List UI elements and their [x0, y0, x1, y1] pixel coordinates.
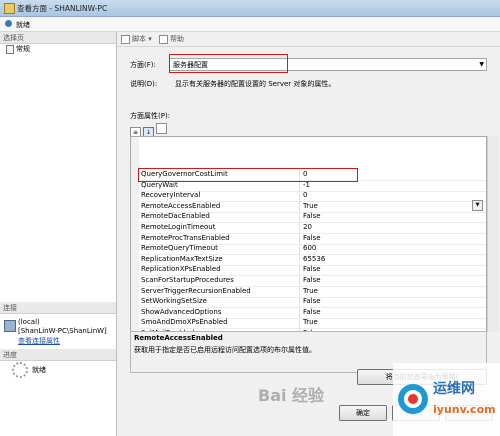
column-divider: [299, 243, 300, 255]
property-value[interactable]: 600: [303, 244, 316, 252]
properties-label: 方面属性(P):: [130, 112, 171, 120]
facet-description: 显示有关服务器的配置设置的 Server 对象的属性。: [175, 80, 336, 88]
property-value[interactable]: 0: [303, 191, 307, 199]
property-value[interactable]: False: [303, 308, 321, 316]
value-dropdown-button[interactable]: ▼: [472, 200, 483, 211]
column-divider: [299, 190, 300, 202]
baidu-watermark-text: Bai 经验: [258, 386, 325, 405]
property-grid: QueryGovernorCostLimit 0 QueryWait -1 Recove…: [130, 136, 487, 332]
property-name: RecoveryInterval: [141, 191, 201, 200]
property-value[interactable]: False: [303, 212, 321, 220]
page-icon: [6, 44, 14, 54]
help-label: 帮助: [170, 35, 184, 43]
help-icon: [159, 34, 168, 44]
script-icon: [121, 34, 130, 44]
column-divider: [299, 211, 300, 223]
chevron-down-icon: ▼: [479, 61, 484, 68]
property-name: ReplicationXPsEnabled: [141, 265, 221, 274]
property-value[interactable]: False: [303, 234, 321, 242]
property-name: RemoteDacEnabled: [141, 212, 210, 221]
status-line: 就绪: [0, 17, 500, 32]
column-divider: [299, 200, 300, 212]
grid-gutter: [131, 137, 139, 331]
connection-header: 连接: [0, 302, 116, 314]
progress-text: 就绪: [32, 366, 46, 374]
property-description-title: RemoteAccessEnabled: [134, 334, 223, 342]
progress-header: 进度: [0, 349, 116, 361]
property-sort-bar: ≡ ↓: [130, 123, 169, 138]
window-icon: [4, 3, 15, 14]
property-value[interactable]: True: [303, 287, 318, 295]
property-value[interactable]: False: [303, 276, 321, 284]
script-button[interactable]: 脚本 ▾: [121, 34, 152, 44]
property-name: RemoteProcTransEnabled: [141, 233, 230, 242]
toolbar: 脚本 ▾ 帮助: [117, 32, 500, 47]
description-label: 说明(D):: [130, 80, 158, 88]
iyunv-logo: 运维网 iyunv.com: [393, 363, 500, 436]
property-name: RemoteLoginTimeout: [141, 223, 216, 231]
column-divider: [299, 285, 300, 297]
property-name: ShowAdvancedOptions: [141, 307, 222, 316]
info-icon: [5, 20, 12, 27]
column-divider: [299, 296, 300, 308]
property-name: SetWorkingSetSize: [141, 297, 207, 306]
help-button[interactable]: 帮助: [159, 34, 184, 44]
highlight-property-box: [138, 168, 358, 182]
property-name: ReplicationMaxTextSize: [141, 254, 223, 263]
left-pane: 选择页 常规 连接 (local) [ShanLinW-PC\ShanLinW]…: [0, 32, 117, 436]
baidu-watermark: Bai 经验: [258, 382, 388, 422]
property-value[interactable]: True: [303, 318, 318, 326]
property-value[interactable]: 65536: [303, 255, 325, 263]
property-name: ScanForStartupProcedures: [141, 276, 234, 284]
property-name: RemoteQueryTimeout: [141, 244, 218, 253]
column-divider: [299, 264, 300, 276]
title-bar: 查看方面 - SHANLINW-PC: [0, 0, 500, 17]
progress-spinner-icon: [12, 362, 28, 378]
property-value[interactable]: False: [303, 297, 321, 305]
column-divider: [299, 253, 300, 265]
highlight-facet-box: [169, 54, 288, 73]
connection-server: (local): [18, 318, 40, 326]
property-name: ServerTriggerRecursionEnabled: [141, 286, 251, 295]
logo-cn-text: 运维网: [433, 380, 475, 397]
property-name: RemoteAccessEnabled: [141, 201, 221, 210]
facet-window: 查看方面 - SHANLINW-PC 就绪 选择页 常规 连接 (local) …: [0, 0, 500, 436]
property-description-text: 获取用于指定是否已启用远程访问配置选项的布尔属性值。: [134, 346, 316, 354]
column-divider: [299, 232, 300, 244]
logo-en-text: iyunv.com: [433, 403, 496, 416]
column-divider: [299, 306, 300, 318]
facet-label: 方面(F):: [130, 61, 156, 69]
page-item-general[interactable]: 常规: [6, 44, 30, 54]
property-grid-scrollbar[interactable]: [487, 136, 499, 332]
property-value[interactable]: True: [303, 202, 318, 210]
column-divider: [299, 317, 300, 329]
connection-user: [ShanLinW-PC\ShanLinW]: [18, 327, 107, 335]
select-page-header: 选择页: [0, 32, 116, 44]
server-icon: [4, 320, 16, 332]
script-label: 脚本: [132, 35, 146, 43]
property-value[interactable]: False: [303, 265, 321, 273]
page-item-label: 常规: [16, 45, 30, 53]
column-divider: [299, 275, 300, 286]
property-value[interactable]: 20: [303, 223, 312, 231]
connection-properties-link[interactable]: 查看连接属性: [18, 336, 60, 346]
window-title: 查看方面 - SHANLINW-PC: [17, 4, 108, 13]
column-divider: [299, 222, 300, 233]
property-pages-icon[interactable]: [156, 123, 167, 134]
status-text: 就绪: [16, 21, 30, 29]
property-name: SmoAndDmoXPsEnabled: [141, 318, 228, 327]
